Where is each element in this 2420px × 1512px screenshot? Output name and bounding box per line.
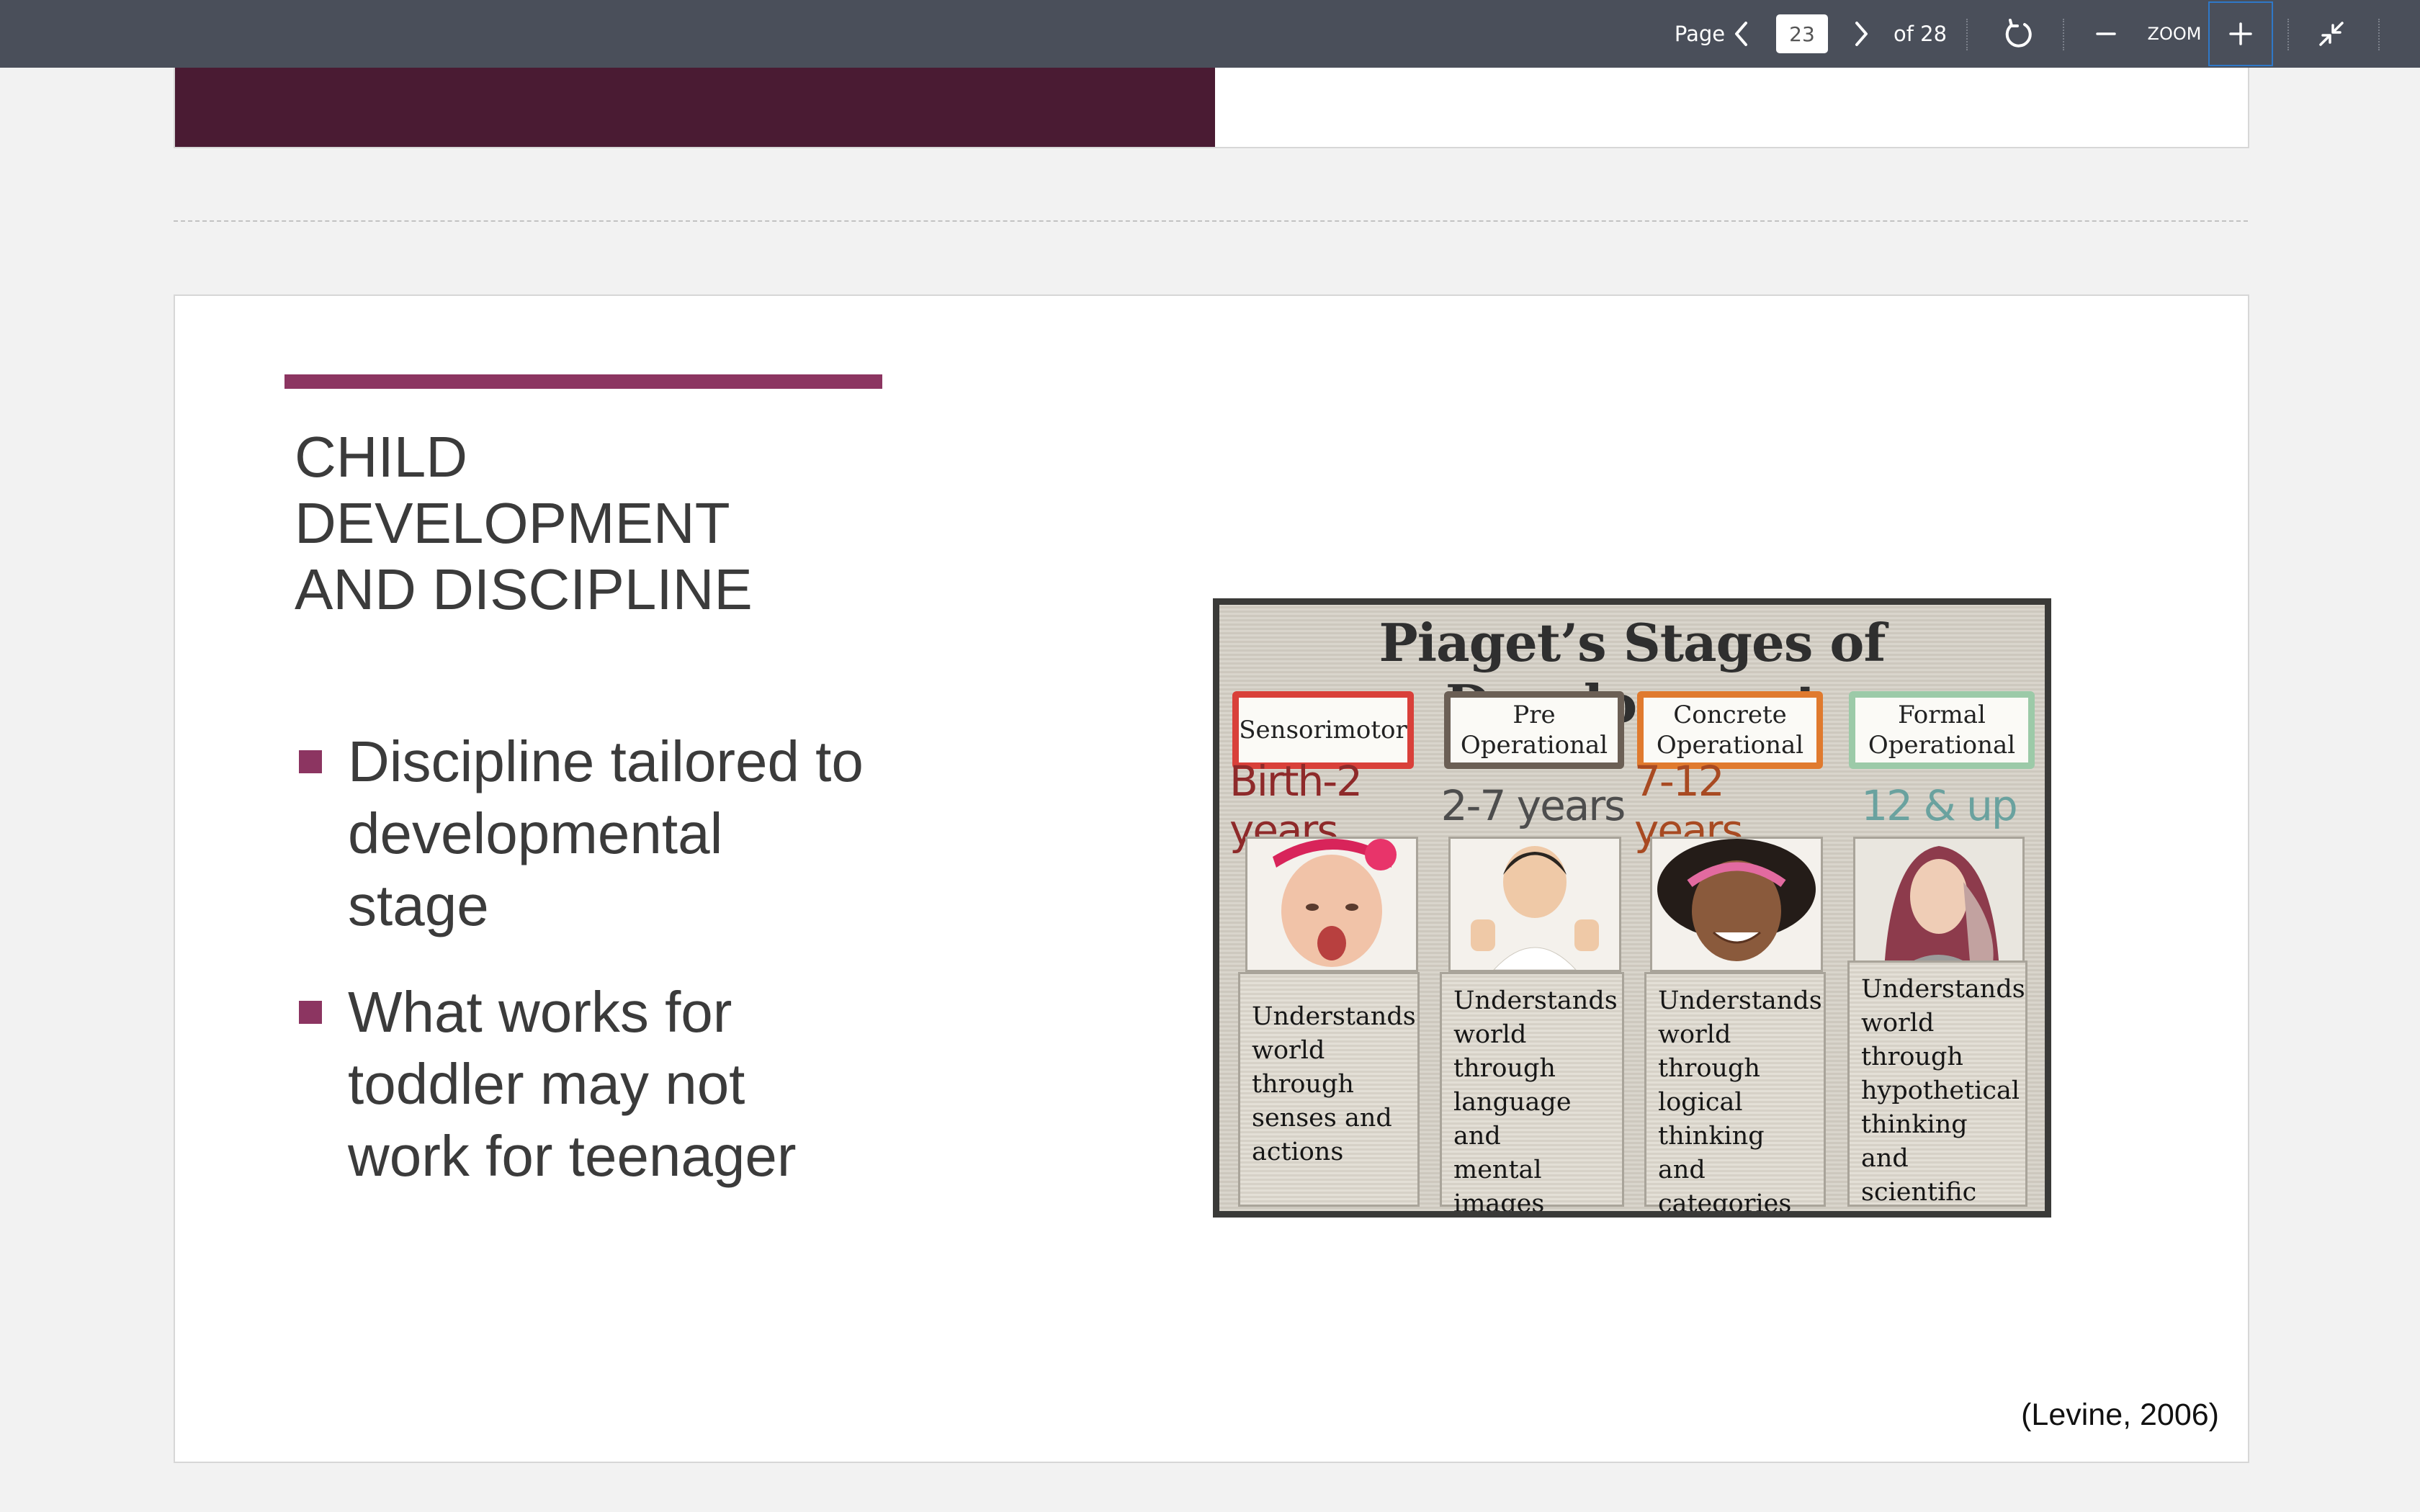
piaget-image-canvas: Piaget’s Stages of Development Sensorimo… xyxy=(1219,605,2045,1211)
plus-icon xyxy=(2229,22,2252,45)
girl-photo xyxy=(1650,837,1823,972)
bullet-item: Discipline tailored to developmental sta… xyxy=(299,726,947,942)
stage-age-birth-2: Birth-2 years xyxy=(1229,757,1363,855)
stage-description: Understands world through senses and act… xyxy=(1238,972,1420,1207)
minus-icon xyxy=(2096,32,2116,35)
bullet-item: What works for toddler may not work for … xyxy=(299,976,947,1192)
zoom-label: ZOOM xyxy=(2147,24,2202,44)
toolbar-divider xyxy=(1966,19,1968,50)
stage-name: Formal Operational xyxy=(1868,701,2016,760)
stage-description: Understands world through language and m… xyxy=(1440,972,1624,1211)
bullet-list: Discipline tailored to developmental sta… xyxy=(299,726,947,1227)
slide-title-line: DEVELOPMENT xyxy=(295,491,730,555)
stage-name: Concrete Operational xyxy=(1656,701,1804,760)
total-pages-label: of 28 xyxy=(1893,22,1948,46)
stage-description-text: Understands world through senses and act… xyxy=(1252,1002,1416,1166)
page-number-input[interactable] xyxy=(1776,14,1828,53)
previous-page-button[interactable] xyxy=(1726,0,1757,68)
exit-fullscreen-button[interactable] xyxy=(2308,0,2355,68)
stage-description-text: Understands world through hypothetical t… xyxy=(1861,975,2025,1207)
stage-age-12-up: 12 & up xyxy=(1861,781,2017,830)
stage-age-2-7: 2-7 years xyxy=(1440,781,1626,830)
stage-name: Sensorimotor xyxy=(1239,716,1407,744)
bullet-text: Discipline tailored to developmental sta… xyxy=(348,729,864,937)
bullet-text: What works for toddler may not work for … xyxy=(348,980,797,1188)
teenager-illustration xyxy=(1855,839,2022,970)
slide-title: CHILD DEVELOPMENT AND DISCIPLINE xyxy=(295,424,943,623)
square-bullet-icon xyxy=(299,750,322,773)
stage-description: Understands world through hypothetical t… xyxy=(1847,960,2027,1207)
square-bullet-icon xyxy=(299,1001,322,1024)
stage-name: Pre Operational xyxy=(1460,701,1608,760)
page-divider xyxy=(174,220,2248,222)
stage-description: Understands world through logical thinki… xyxy=(1644,972,1826,1211)
toolbar-divider xyxy=(2378,19,2380,50)
piaget-stages-image: Piaget’s Stages of Development Sensorimo… xyxy=(1213,598,2051,1218)
previous-slide-color-band xyxy=(175,68,1215,147)
stage-label-formal-operational: Formal Operational xyxy=(1849,691,2035,769)
child-photo xyxy=(1448,837,1621,972)
collapse-icon xyxy=(2319,22,2344,46)
child-thumbs-up-illustration xyxy=(1451,839,1619,970)
smiling-girl-illustration xyxy=(1652,839,1821,970)
next-page-button[interactable] xyxy=(1845,0,1877,68)
stage-label-pre-operational: Pre Operational xyxy=(1444,691,1624,769)
teen-photo xyxy=(1853,837,2025,972)
zoom-in-button[interactable] xyxy=(2208,1,2273,66)
slide-page: CHILD DEVELOPMENT AND DISCIPLINE Discipl… xyxy=(174,294,2249,1463)
baby-photo xyxy=(1245,837,1418,972)
stage-description-text: Understands world through language and m… xyxy=(1453,986,1618,1211)
toolbar-divider xyxy=(2287,19,2289,50)
stage-description-text: Understands world through logical thinki… xyxy=(1658,986,1822,1211)
viewer-toolbar: Page of 28 ZOOM xyxy=(0,0,2420,68)
chevron-left-icon xyxy=(1735,22,1747,46)
title-accent-bar xyxy=(284,374,882,389)
citation: (Levine, 2006) xyxy=(2021,1398,2219,1432)
stage-age-7-12: 7-12 years xyxy=(1634,757,1744,855)
slide-title-line: AND DISCIPLINE xyxy=(295,557,753,621)
zoom-out-button[interactable] xyxy=(2086,0,2126,68)
previous-slide xyxy=(174,68,2249,148)
chevron-right-icon xyxy=(1855,22,1868,46)
rotate-button[interactable] xyxy=(1996,0,2040,68)
toolbar-divider xyxy=(2063,19,2064,50)
rotate-icon xyxy=(2005,19,2032,48)
slide-title-line: CHILD xyxy=(295,425,468,489)
baby-face-illustration xyxy=(1247,839,1416,970)
